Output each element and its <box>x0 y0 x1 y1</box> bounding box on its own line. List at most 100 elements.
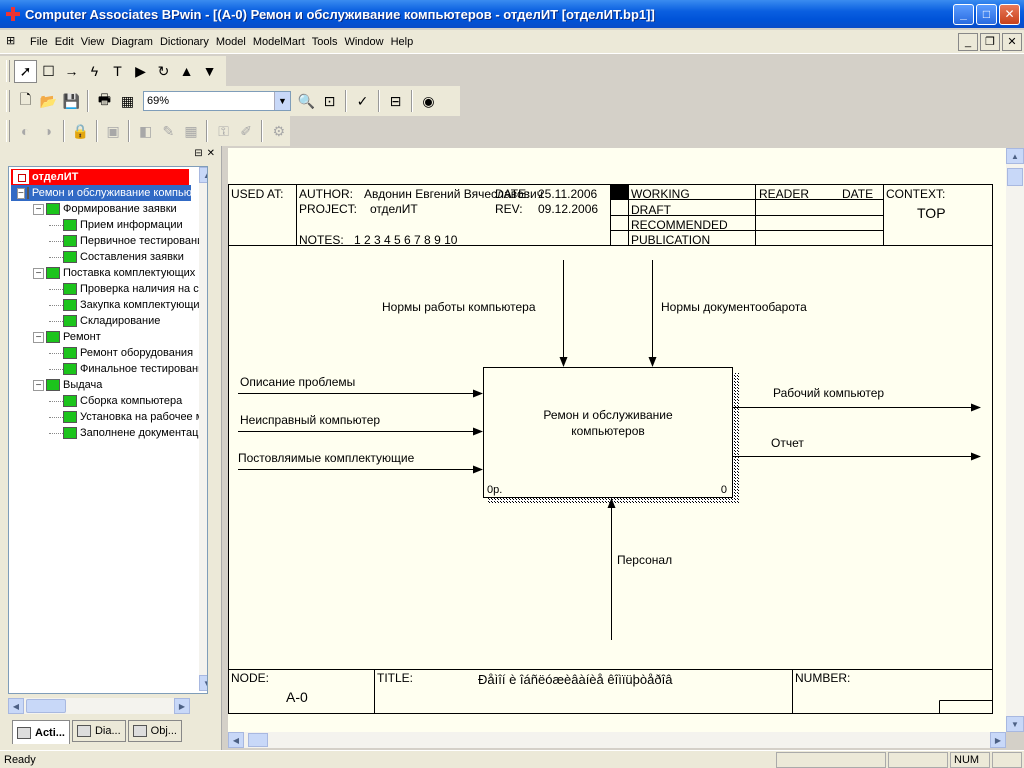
scroll-up-icon[interactable]: ▲ <box>199 167 207 183</box>
menu-view[interactable]: View <box>79 36 110 48</box>
minimize-button[interactable]: _ <box>953 3 974 25</box>
menu-modelmart[interactable]: ModelMart <box>251 36 310 48</box>
tree-item[interactable]: Первичное тестирование <box>49 233 207 249</box>
pointer-tool-icon[interactable]: ➚ <box>14 59 37 83</box>
activity-icon <box>63 395 77 407</box>
document-system-menu-icon[interactable]: ⊞ <box>6 34 24 50</box>
tree-item-label: Финальное тестирование <box>80 363 208 375</box>
doc-close-button[interactable]: ✕ <box>1002 32 1022 51</box>
activity-icon <box>26 187 29 199</box>
spell-check-icon[interactable]: ✓ <box>351 90 374 113</box>
activity-icon <box>63 363 77 375</box>
maximize-button[interactable]: □ <box>976 3 997 25</box>
menu-help[interactable]: Help <box>389 36 419 48</box>
panel-restore-icon[interactable]: ⊟ <box>194 148 202 159</box>
zoom-fit-icon[interactable]: ⊡ <box>318 90 341 113</box>
scroll-right-icon[interactable]: ▶ <box>990 732 1006 748</box>
tab-diagrams[interactable]: Dia... <box>71 720 126 742</box>
tree-item[interactable]: − Ремон и обслуживание компьютеров <box>11 185 207 201</box>
context-label: CONTEXT: <box>886 187 945 201</box>
number-label: NUMBER: <box>795 671 850 685</box>
tree-item[interactable]: − Выдача <box>33 377 102 393</box>
tree-item[interactable]: − Ремонт <box>33 329 101 345</box>
recommended-label: RECOMMENDED <box>631 218 728 232</box>
menu-diagram[interactable]: Diagram <box>109 36 158 48</box>
rev-value: 09.12.2006 <box>538 202 598 216</box>
color-palette-icon[interactable]: ▦ <box>116 90 139 113</box>
tree-item[interactable]: Прием информации <box>49 217 183 233</box>
tab-activities[interactable]: Acti... <box>12 720 70 744</box>
go-to-child-icon[interactable]: ▶ <box>129 60 152 83</box>
go-to-parent-icon[interactable]: ▲ <box>175 60 198 83</box>
activity-icon <box>63 299 77 311</box>
tree-item[interactable]: Финальное тестирование <box>49 361 208 377</box>
collapse-toggle-icon[interactable]: − <box>33 379 44 391</box>
merge-icon: ◧ <box>139 122 153 139</box>
doc-restore-button[interactable]: ❐ <box>980 32 1000 51</box>
scroll-down-icon[interactable]: ▼ <box>199 675 207 691</box>
scroll-down-icon[interactable]: ▼ <box>1006 716 1024 732</box>
menu-file[interactable]: File <box>28 36 53 48</box>
diagram-canvas[interactable]: USED AT: AUTHOR: Авдонин Евгений Вячесла… <box>228 148 1006 732</box>
diagram-horizontal-scrollbar[interactable]: ◀ ▶ <box>228 732 1006 748</box>
modelmart-icon[interactable]: ◉ <box>417 90 440 113</box>
zoom-select[interactable]: 69% ▼ <box>143 91 291 111</box>
activity-icon <box>63 219 77 231</box>
tab-objects[interactable]: Obj... <box>127 720 182 742</box>
tree-item[interactable]: Заполнене документации <box>49 425 208 441</box>
rotate-icon[interactable]: ↻ <box>152 60 175 83</box>
scroll-left-icon[interactable]: ◀ <box>228 732 244 748</box>
menu-tools[interactable]: Tools <box>310 36 343 48</box>
tree-item[interactable]: Сборка компьютера <box>49 393 182 409</box>
collapse-toggle-icon[interactable]: − <box>33 203 44 215</box>
panel-close-icon[interactable]: ✕ <box>207 148 215 159</box>
activity-icon <box>46 203 60 215</box>
grid-icon: ▦ <box>184 122 198 139</box>
tree-item[interactable]: Ремонт оборудования <box>49 345 193 361</box>
tree-item[interactable]: Составления заявки <box>49 249 184 265</box>
zoom-value: 69% <box>147 95 170 107</box>
text-tool-icon[interactable]: T <box>106 60 129 83</box>
tree-item[interactable]: Проверка наличия на складе <box>49 281 207 297</box>
tree-vertical-scrollbar[interactable]: ▲▼ <box>199 167 207 691</box>
new-file-icon[interactable]: 🗋 <box>14 90 37 113</box>
menu-edit[interactable]: Edit <box>53 36 79 48</box>
menu-window[interactable]: Window <box>342 36 388 48</box>
scroll-left-icon[interactable]: ◀ <box>8 698 24 714</box>
tree-item[interactable]: Закупка комплектующих <box>49 297 205 313</box>
diagram-vertical-scrollbar[interactable]: ▲ ▼ <box>1006 148 1024 732</box>
tree-item-label: Ремон и обслуживание компьютеров <box>31 187 208 199</box>
tree-horizontal-scrollbar[interactable]: ◀ ▶ <box>8 698 190 714</box>
chevron-down-icon[interactable]: ▼ <box>274 92 290 110</box>
zoom-in-icon[interactable]: 🔍 <box>295 90 318 113</box>
tree-item-label: Заполнене документации <box>80 427 208 439</box>
scroll-right-icon[interactable]: ▶ <box>174 698 190 714</box>
save-icon[interactable]: 💾 <box>60 90 83 113</box>
print-icon[interactable]: 🖶 <box>93 90 116 113</box>
control-label-1: Нормы работы компьютера <box>382 300 536 314</box>
collapse-toggle-icon[interactable]: − <box>33 331 44 343</box>
doc-minimize-button[interactable]: _ <box>958 32 978 51</box>
menu-model[interactable]: Model <box>214 36 251 48</box>
tree-item[interactable]: − Поставка комплектующих <box>33 265 195 281</box>
scroll-up-icon[interactable]: ▲ <box>1006 148 1024 164</box>
collapse-toggle-icon[interactable]: − <box>17 187 25 199</box>
open-folder-icon[interactable]: 📂 <box>37 90 60 113</box>
collapse-toggle-icon[interactable]: − <box>33 267 44 279</box>
tree-item[interactable]: Установка на рабочее место <box>49 409 207 425</box>
tree-item-label: Формирование заявки <box>63 203 177 215</box>
arrow-tool-icon[interactable]: → <box>60 60 83 83</box>
activity-tree[interactable]: отделИТ − Ремон и обслуживание компьютеров… <box>8 166 208 694</box>
tree-item-label: Составления заявки <box>80 251 184 263</box>
close-button[interactable]: ✕ <box>999 3 1020 25</box>
notes-label: NOTES: <box>299 233 344 247</box>
menu-dictionary[interactable]: Dictionary <box>158 36 214 48</box>
tree-root[interactable]: отделИТ <box>11 169 189 185</box>
go-down-icon[interactable]: ▼ <box>198 60 221 83</box>
activity-box-tool-icon[interactable]: ☐ <box>37 60 60 83</box>
tree-item[interactable]: Складирование <box>49 313 160 329</box>
modelmart-toolbar: ◐ ◑ 🔒 ▣ ◧ ✎ ▦ ⚿ ✐ ⚙ <box>0 116 290 146</box>
tree-item[interactable]: − Формирование заявки <box>33 201 177 217</box>
model-explorer-icon[interactable]: ⊟ <box>384 90 407 113</box>
squiggle-tool-icon[interactable]: ϟ <box>83 60 106 83</box>
